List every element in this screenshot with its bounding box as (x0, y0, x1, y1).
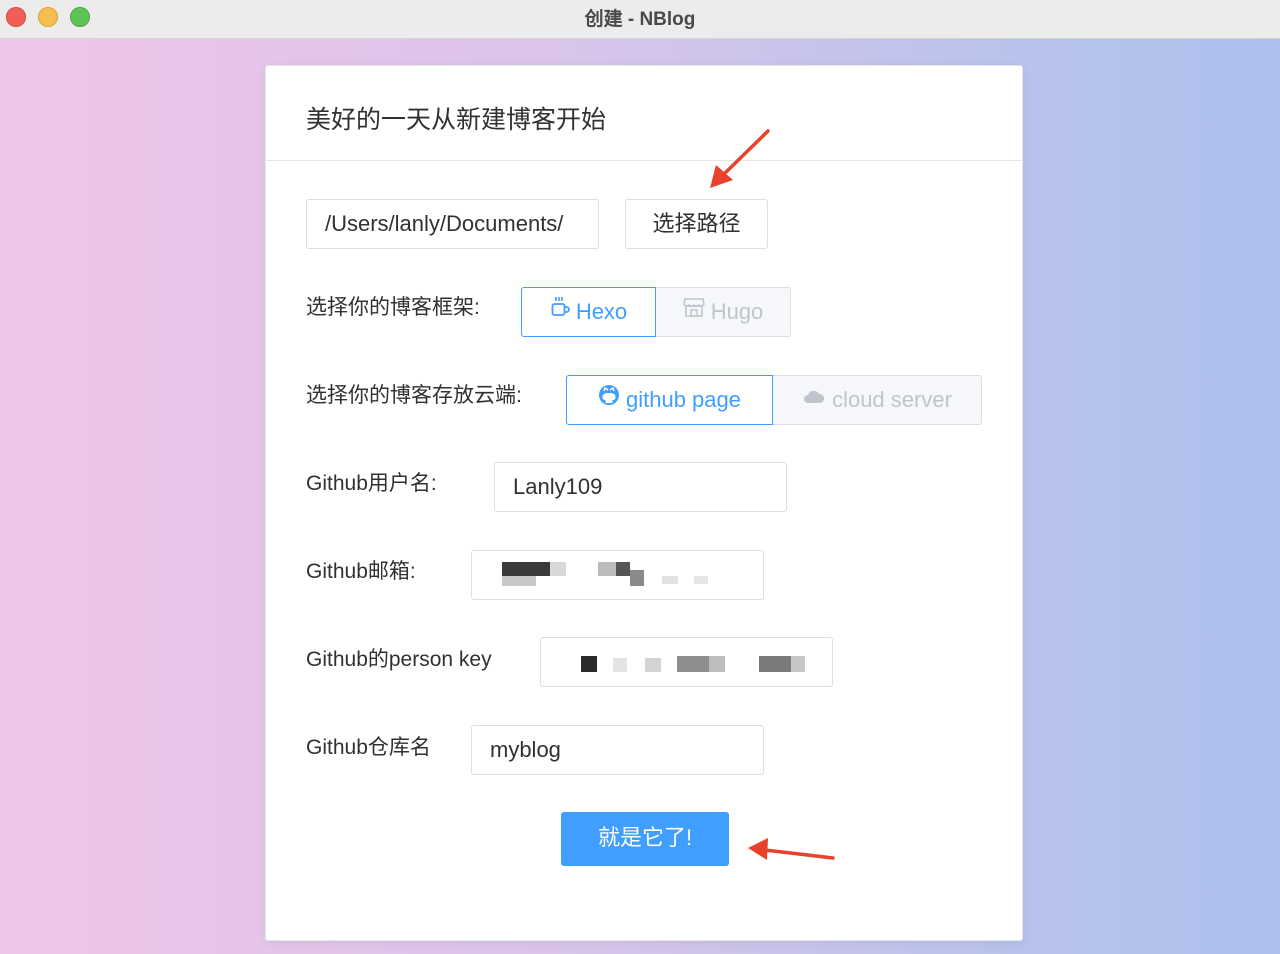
email-input[interactable] (471, 550, 764, 600)
cloud-option-github-page[interactable]: github page (566, 375, 773, 425)
framework-option-label: Hugo (710, 299, 764, 324)
redacted-text (598, 562, 616, 576)
redacted-text (616, 562, 630, 576)
cloud-icon (802, 375, 826, 423)
redacted-text (550, 562, 566, 576)
redacted-text (581, 656, 597, 672)
person-key-label: Github的person key (306, 648, 492, 671)
redacted-text (662, 576, 678, 584)
username-label: Github用户名: (306, 472, 437, 495)
email-label: Github邮箱: (306, 560, 416, 583)
store-icon (682, 287, 705, 335)
coffee-cup-icon (550, 287, 570, 335)
redacted-text (759, 656, 791, 672)
framework-option-label: Hexo (575, 299, 628, 324)
framework-option-hugo[interactable]: Hugo (655, 287, 791, 337)
github-icon (598, 375, 620, 423)
username-input[interactable]: Lanly109 (494, 462, 787, 512)
redacted-text (677, 656, 709, 672)
cloud-option-label: github page (626, 387, 741, 412)
redacted-text (709, 656, 725, 672)
choose-path-button[interactable]: 选择路径 (625, 199, 768, 249)
redacted-text (502, 562, 550, 576)
redacted-text (645, 658, 661, 672)
path-input[interactable]: /Users/lanly/Documents/ (306, 199, 599, 249)
framework-option-hexo[interactable]: Hexo (521, 287, 656, 337)
window-title: 创建 - NBlog (584, 9, 696, 30)
redacted-text (791, 656, 805, 672)
repo-input[interactable]: myblog (471, 725, 764, 775)
cloud-option-label: cloud server (832, 387, 952, 412)
redacted-text (502, 576, 536, 586)
title-bar: 创建 - NBlog (0, 0, 1280, 39)
cloud-option-cloud-server[interactable]: cloud server (772, 375, 982, 425)
framework-label: 选择你的博客框架: (306, 296, 480, 319)
redacted-text (613, 658, 627, 672)
submit-button[interactable]: 就是它了! (561, 812, 729, 866)
cloud-label: 选择你的博客存放云端: (306, 384, 522, 407)
redacted-text (630, 570, 644, 586)
create-blog-card: 美好的一天从新建博客开始 /Users/lanly/Documents/ 选择路… (265, 65, 1023, 941)
person-key-input[interactable] (540, 637, 833, 687)
repo-label: Github仓库名 (306, 736, 431, 759)
card-title: 美好的一天从新建博客开始 (306, 106, 607, 134)
card-header: 美好的一天从新建博客开始 (266, 66, 1022, 161)
redacted-text (694, 576, 708, 584)
